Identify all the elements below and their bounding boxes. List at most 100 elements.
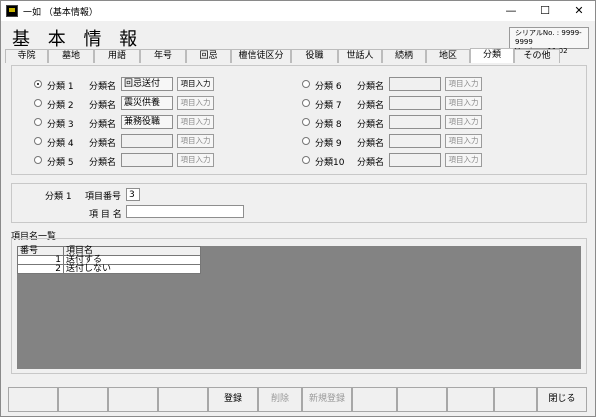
category-panel: 分類 1 分類名 回忌送付 項目入力 分類 2 分類名 震災供養 項目入力 分類… (11, 65, 587, 175)
category-4-radio[interactable] (34, 137, 42, 145)
category-5-radio[interactable] (34, 156, 42, 164)
category-row-1: 分類 1 分類名 回忌送付 項目入力 (34, 76, 284, 92)
category-1-item-input-button[interactable]: 項目入力 (177, 77, 214, 91)
category-7-name-label: 分類名 (357, 101, 385, 111)
table-header-row: 番号 項目名 (17, 246, 201, 256)
category-7-item-input-button[interactable]: 項目入力 (445, 96, 482, 110)
category-2-name-field[interactable]: 震災供養 (121, 96, 173, 110)
delete-button[interactable]: 削除 (258, 387, 302, 412)
category-3-name-label: 分類名 (89, 120, 117, 130)
category-5-name-field[interactable] (121, 153, 173, 167)
footer-slot-10[interactable] (447, 387, 494, 412)
category-9-label: 分類 9 (315, 139, 342, 149)
category-9-name-field[interactable] (389, 134, 441, 148)
minimize-button[interactable]: — (494, 1, 528, 21)
category-4-item-input-button[interactable]: 項目入力 (177, 134, 214, 148)
category-8-label: 分類 8 (315, 120, 342, 130)
category-7-radio[interactable] (302, 99, 310, 107)
item-name-field[interactable] (126, 205, 244, 218)
category-2-item-input-button[interactable]: 項目入力 (177, 96, 214, 110)
category-row-10: 分類10 分類名 項目入力 (302, 152, 552, 168)
category-8-radio[interactable] (302, 118, 310, 126)
item-number-label: 項目番号 (85, 192, 122, 202)
category-3-label: 分類 3 (47, 120, 74, 130)
category-10-item-input-button[interactable]: 項目入力 (445, 153, 482, 167)
category-row-6: 分類 6 分類名 項目入力 (302, 76, 552, 92)
tab-other[interactable]: その他 (514, 49, 560, 63)
title-bar: 一如 （基本情報） — ☐ ✕ (1, 1, 595, 21)
main-window: 一如 （基本情報） — ☐ ✕ 基 本 情 報 シリアルNo. : 9999-9… (0, 0, 596, 417)
tab-category[interactable]: 分類 (470, 48, 514, 63)
tab-position[interactable]: 役職 (291, 49, 338, 63)
category-3-radio[interactable] (34, 118, 42, 126)
tab-era[interactable]: 年号 (140, 49, 186, 63)
header: 基 本 情 報 シリアルNo. : 9999-9999 Version : 11… (2, 21, 594, 55)
tab-relationship[interactable]: 続柄 (382, 49, 426, 63)
item-list-table: 番号 項目名 1 送付する 2 送付しない (17, 246, 201, 274)
category-4-name-label: 分類名 (89, 139, 117, 149)
register-button[interactable]: 登録 (208, 387, 258, 412)
category-1-name-field[interactable]: 回忌送付 (121, 77, 173, 91)
tab-temple[interactable]: 寺院 (5, 49, 48, 63)
category-8-item-input-button[interactable]: 項目入力 (445, 115, 482, 129)
new-register-button[interactable]: 新規登録 (302, 387, 352, 412)
footer-slot-4[interactable] (158, 387, 208, 412)
tab-terms[interactable]: 用語 (94, 49, 140, 63)
item-number-field[interactable]: 3 (126, 188, 140, 201)
footer-slot-8[interactable] (352, 387, 397, 412)
category-8-name-label: 分類名 (357, 120, 385, 130)
footer-slot-3[interactable] (108, 387, 158, 412)
item-detail-panel: 分類 1 項目番号 3 項 目 名 (11, 183, 587, 223)
category-10-name-label: 分類名 (357, 158, 385, 168)
tab-cemetery[interactable]: 墓地 (48, 49, 94, 63)
tab-district[interactable]: 地区 (426, 49, 470, 63)
tab-bar: 寺院 墓地 用語 年号 回忌 檀信徒区分 役職 世話人 続柄 地区 分類 その他 (5, 48, 591, 63)
footer-slot-11[interactable] (494, 387, 537, 412)
category-5-item-input-button[interactable]: 項目入力 (177, 153, 214, 167)
category-9-name-label: 分類名 (357, 139, 385, 149)
tab-memorial[interactable]: 回忌 (186, 49, 231, 63)
category-2-name-label: 分類名 (89, 101, 117, 111)
category-3-item-input-button[interactable]: 項目入力 (177, 115, 214, 129)
category-row-2: 分類 2 分類名 震災供養 項目入力 (34, 95, 284, 111)
category-9-item-input-button[interactable]: 項目入力 (445, 134, 482, 148)
category-9-radio[interactable] (302, 137, 310, 145)
category-3-name-field[interactable]: 兼務役職 (121, 115, 173, 129)
footer-toolbar: 登録 削除 新規登録 閉じる (8, 387, 590, 412)
serial-info-box: シリアルNo. : 9999-9999 Version : 11.02 (509, 27, 589, 55)
footer-slot-9[interactable] (397, 387, 447, 412)
item-name-label: 項 目 名 (89, 210, 122, 220)
category-row-7: 分類 7 分類名 項目入力 (302, 95, 552, 111)
serial-number: シリアルNo. : 9999-9999 (515, 29, 582, 46)
category-row-5: 分類 5 分類名 項目入力 (34, 152, 284, 168)
category-2-radio[interactable] (34, 99, 42, 107)
selected-category-label: 分類 1 (45, 192, 72, 202)
page-title: 基 本 情 報 (12, 29, 144, 50)
category-2-label: 分類 2 (47, 101, 74, 111)
item-list-grid[interactable]: 番号 項目名 1 送付する 2 送付しない (17, 246, 581, 369)
category-10-radio[interactable] (302, 156, 310, 164)
category-4-name-field[interactable] (121, 134, 173, 148)
category-6-item-input-button[interactable]: 項目入力 (445, 77, 482, 91)
tab-member-class[interactable]: 檀信徒区分 (231, 49, 291, 63)
tab-caretaker[interactable]: 世話人 (338, 49, 382, 63)
category-8-name-field[interactable] (389, 115, 441, 129)
category-row-8: 分類 8 分類名 項目入力 (302, 114, 552, 130)
category-1-radio[interactable] (34, 80, 42, 88)
maximize-button[interactable]: ☐ (528, 1, 562, 21)
close-window-button[interactable]: ✕ (562, 1, 596, 21)
close-button[interactable]: 閉じる (537, 387, 587, 412)
category-6-name-field[interactable] (389, 77, 441, 91)
category-5-label: 分類 5 (47, 158, 74, 168)
footer-slot-1[interactable] (8, 387, 58, 412)
category-1-name-label: 分類名 (89, 82, 117, 92)
table-row[interactable]: 2 送付しない (17, 264, 201, 274)
category-7-name-field[interactable] (389, 96, 441, 110)
row-item-name: 送付しない (63, 264, 201, 274)
category-6-name-label: 分類名 (357, 82, 385, 92)
category-row-4: 分類 4 分類名 項目入力 (34, 133, 284, 149)
category-6-radio[interactable] (302, 80, 310, 88)
window-title: 一如 （基本情報） (23, 8, 98, 18)
category-10-name-field[interactable] (389, 153, 441, 167)
footer-slot-2[interactable] (58, 387, 108, 412)
